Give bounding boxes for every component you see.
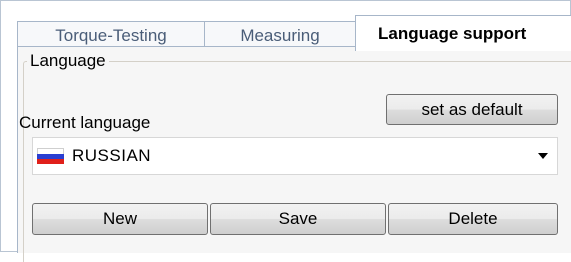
russia-flag-icon: [37, 148, 64, 164]
tab-language-support[interactable]: Language support: [355, 15, 571, 51]
chevron-down-icon[interactable]: [538, 153, 548, 159]
selected-language-text: RUSSIAN: [72, 146, 152, 165]
tab-strip: Torque-Testing Measuring Language suppor…: [17, 15, 571, 51]
delete-button[interactable]: Delete: [388, 203, 558, 235]
new-button[interactable]: New: [32, 203, 208, 235]
tab-torque-testing[interactable]: Torque-Testing: [17, 21, 205, 49]
tab-measuring[interactable]: Measuring: [204, 21, 356, 49]
settings-window: Torque-Testing Measuring Language suppor…: [0, 0, 571, 262]
set-as-default-button[interactable]: set as default: [386, 94, 558, 125]
language-select[interactable]: RUSSIAN: [32, 137, 558, 175]
language-group-title: Language: [27, 51, 109, 71]
save-button[interactable]: Save: [210, 203, 386, 235]
current-language-label: Current language: [19, 113, 151, 132]
